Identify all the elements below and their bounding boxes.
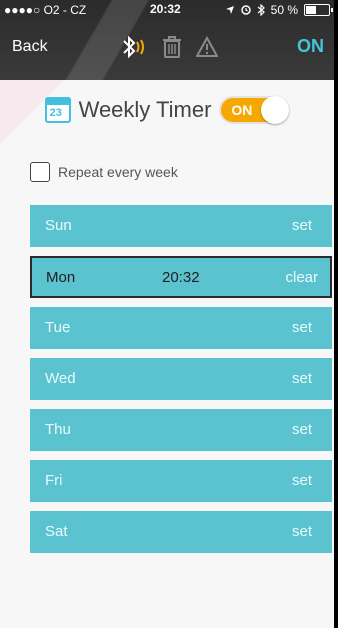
day-name: Sun bbox=[45, 217, 72, 234]
day-name: Tue bbox=[45, 319, 71, 336]
day-row-mon[interactable]: Mon 20:32 clear bbox=[30, 256, 332, 298]
right-border bbox=[334, 0, 338, 628]
set-button[interactable]: set bbox=[292, 370, 312, 387]
timer-toggle[interactable]: ON bbox=[219, 96, 290, 124]
set-button[interactable]: set bbox=[292, 472, 312, 489]
battery-icon bbox=[304, 4, 333, 16]
repeat-checkbox[interactable] bbox=[30, 162, 50, 182]
status-bar: ●●●●○ O2 - CZ 20:32 50 % bbox=[0, 0, 334, 20]
bluetooth-icon[interactable] bbox=[118, 34, 148, 60]
navigation-bar: Back ON bbox=[0, 28, 334, 68]
power-on-button[interactable]: ON bbox=[297, 36, 324, 57]
day-name: Mon bbox=[46, 269, 76, 286]
bluetooth-status-icon bbox=[257, 4, 265, 16]
day-row-sun[interactable]: Sun set bbox=[30, 205, 332, 247]
top-bar: ●●●●○ O2 - CZ 20:32 50 % Back ON bbox=[0, 0, 334, 80]
set-button[interactable]: set bbox=[292, 217, 312, 234]
status-time: 20:32 bbox=[150, 2, 181, 16]
day-row-fri[interactable]: Fri set bbox=[30, 460, 332, 502]
repeat-every-week[interactable]: Repeat every week bbox=[30, 162, 178, 182]
day-name: Wed bbox=[45, 370, 76, 387]
day-row-thu[interactable]: Thu set bbox=[30, 409, 332, 451]
location-icon bbox=[225, 6, 234, 14]
clear-button[interactable]: clear bbox=[285, 269, 318, 286]
day-list: Sun set Mon 20:32 clear Tue set Wed set … bbox=[30, 205, 332, 562]
timer-header: 23 Weekly Timer ON bbox=[0, 90, 334, 130]
calendar-day: 23 bbox=[49, 107, 62, 119]
day-row-wed[interactable]: Wed set bbox=[30, 358, 332, 400]
bottom-empty-area bbox=[0, 565, 334, 628]
warning-icon[interactable] bbox=[196, 36, 218, 58]
page-title: Weekly Timer bbox=[78, 97, 212, 122]
day-name: Sat bbox=[45, 523, 68, 540]
day-name: Thu bbox=[45, 421, 71, 438]
day-time: 20:32 bbox=[162, 269, 200, 286]
toggle-label: ON bbox=[231, 102, 253, 118]
set-button[interactable]: set bbox=[292, 421, 312, 438]
trash-icon[interactable] bbox=[162, 35, 182, 59]
battery-percent: 50 % bbox=[270, 3, 298, 17]
calendar-icon: 23 bbox=[44, 97, 71, 123]
carrier-label: ●●●●○ O2 - CZ bbox=[4, 3, 87, 17]
repeat-label: Repeat every week bbox=[58, 164, 178, 180]
day-name: Fri bbox=[45, 472, 63, 489]
status-right: 50 % bbox=[225, 3, 333, 17]
app-screen: ●●●●○ O2 - CZ 20:32 50 % Back ON 23 Week… bbox=[0, 0, 334, 628]
day-row-sat[interactable]: Sat set bbox=[30, 511, 332, 553]
set-button[interactable]: set bbox=[292, 319, 312, 336]
alarm-icon bbox=[240, 5, 251, 15]
nav-icons bbox=[118, 34, 218, 60]
toggle-knob bbox=[261, 96, 290, 124]
day-row-tue[interactable]: Tue set bbox=[30, 307, 332, 349]
back-button[interactable]: Back bbox=[12, 38, 48, 56]
set-button[interactable]: set bbox=[292, 523, 312, 540]
